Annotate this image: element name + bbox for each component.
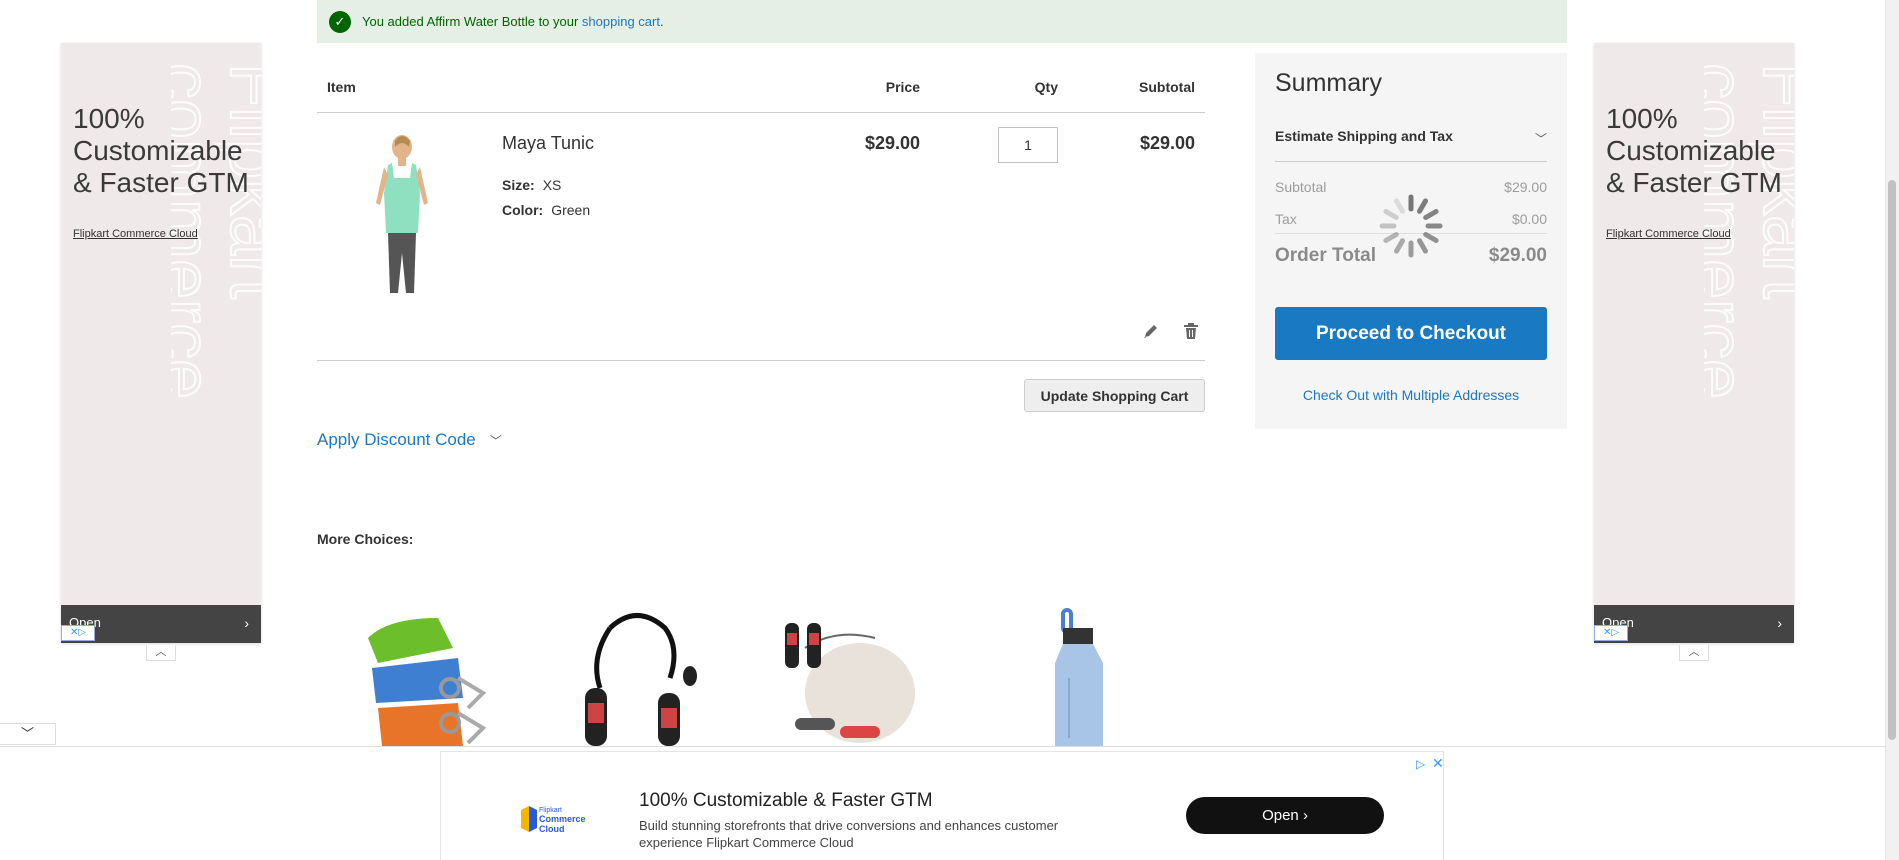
summary-subtotal-value: $29.00 xyxy=(1504,179,1547,195)
order-summary: Summary Estimate Shipping and Tax ﹀ Subt… xyxy=(1255,53,1567,429)
chevron-down-icon[interactable]: ﹀ xyxy=(0,723,56,745)
apply-discount-label: Apply Discount Code xyxy=(317,430,476,449)
header-qty: Qty xyxy=(1034,79,1058,95)
product-name[interactable]: Maya Tunic xyxy=(502,133,594,154)
item-price: $29.00 xyxy=(864,133,920,153)
option-size-value: XS xyxy=(542,177,562,193)
water-bottle-image[interactable] xyxy=(1045,608,1115,746)
ad-brand-link[interactable]: Flipkart Commerce Cloud xyxy=(1606,228,1731,240)
item-subtotal: $29.00 xyxy=(1139,133,1195,153)
flipkart-commerce-cloud-logo: Flipkart Commerce Cloud xyxy=(521,806,586,834)
bottom-ad-title: 100% Customizable & Faster GTM xyxy=(639,790,933,811)
loading-spinner-icon xyxy=(1379,194,1443,258)
summary-title: Summary xyxy=(1275,69,1382,97)
option-color-label: Color: xyxy=(502,202,544,218)
message-suffix: . xyxy=(659,14,664,29)
proceed-to-checkout-button[interactable]: Proceed to Checkout xyxy=(1275,307,1547,360)
success-message: ✓ You added Affirm Water Bottle to your … xyxy=(317,0,1567,43)
header-price: Price xyxy=(885,79,920,95)
trash-icon[interactable] xyxy=(1181,321,1201,341)
estimate-shipping-toggle[interactable]: Estimate Shipping and Tax ﹀ xyxy=(1275,118,1547,162)
right-side-ad[interactable]: Flipkart commerce 100% Customizable & Fa… xyxy=(1594,43,1794,661)
svg-text:Commerce: Commerce xyxy=(539,814,586,824)
summary-tax-value: $0.00 xyxy=(1511,211,1547,227)
shopping-cart-link[interactable]: shopping cart xyxy=(582,14,660,29)
close-icon[interactable]: ✕ xyxy=(1432,755,1444,772)
adchoices-icon[interactable]: ✕▷ xyxy=(61,625,95,641)
check-icon: ✓ xyxy=(329,11,351,33)
scrollbar-thumb[interactable] xyxy=(1888,180,1896,740)
bottom-ad-bar: Flipkart Commerce Cloud 100% Customizabl… xyxy=(0,746,1885,860)
ad-panel[interactable]: Flipkart commerce 100% Customizable & Fa… xyxy=(1594,43,1794,643)
chevron-down-icon: ﹀ xyxy=(1534,132,1547,146)
summary-subtotal-label: Subtotal xyxy=(1275,179,1327,195)
chevron-right-icon: › xyxy=(244,615,249,631)
jump-rope-image[interactable] xyxy=(570,608,705,746)
page-scrollbar[interactable] xyxy=(1885,0,1899,860)
option-color-value: Green xyxy=(551,202,591,218)
summary-tax-label: Tax xyxy=(1275,211,1297,227)
left-side-ad[interactable]: Flipkart commerce 100% Customizable & Fa… xyxy=(61,43,261,661)
header-item: Item xyxy=(327,79,356,95)
chevron-up-icon[interactable]: ︿ xyxy=(146,645,176,661)
cart-item-row: Maya Tunic Size: XS Color: Green $29.00 $2… xyxy=(317,113,1205,361)
adchoices-icon[interactable]: ✕▷ xyxy=(1594,625,1628,641)
option-color: Color: Green xyxy=(502,202,590,218)
more-choices-title: More Choices: xyxy=(317,531,414,547)
chevron-down-icon: ﹀ xyxy=(489,434,502,448)
chevron-up-icon[interactable]: ︿ xyxy=(1679,645,1709,661)
multiple-addresses-link[interactable]: Check Out with Multiple Addresses xyxy=(1255,387,1567,403)
cart-table-header: Item Price Qty Subtotal xyxy=(317,60,1205,113)
cart-table: Item Price Qty Subtotal Maya Tunic Size:… xyxy=(317,60,1205,412)
yoga-strap-image[interactable] xyxy=(358,608,493,746)
option-size: Size: XS xyxy=(502,177,561,193)
header-subtotal: Subtotal xyxy=(1139,79,1195,95)
estimate-shipping-label: Estimate Shipping and Tax xyxy=(1275,128,1453,144)
message-text: You added Affirm Water Bottle to your xyxy=(362,14,582,29)
bottom-ad-open-label: Open xyxy=(1262,807,1299,824)
product-image[interactable] xyxy=(362,133,442,293)
adchoices-icon[interactable]: ▷ xyxy=(1416,757,1425,771)
svg-text:Cloud: Cloud xyxy=(539,824,565,834)
svg-text:Flipkart: Flipkart xyxy=(539,807,562,814)
apply-discount-toggle[interactable]: Apply Discount Code ﹀ xyxy=(317,430,502,450)
bottom-ad-description: Build stunning storefronts that drive co… xyxy=(639,818,1059,850)
bottom-ad-open-button[interactable]: Open › xyxy=(1186,797,1384,834)
option-size-label: Size: xyxy=(502,177,535,193)
chevron-right-icon: › xyxy=(1777,615,1782,631)
qty-input[interactable] xyxy=(998,127,1058,163)
pencil-icon[interactable] xyxy=(1141,321,1161,341)
bottom-ad-card[interactable]: Flipkart Commerce Cloud 100% Customizabl… xyxy=(440,751,1444,860)
chevron-right-icon: › xyxy=(1302,807,1308,824)
order-total-value: $29.00 xyxy=(1488,245,1547,266)
ad-headline: 100% Customizable & Faster GTM xyxy=(73,103,249,198)
ad-brand-link[interactable]: Flipkart Commerce Cloud xyxy=(73,228,198,240)
order-total-label: Order Total xyxy=(1275,245,1376,266)
ad-panel[interactable]: Flipkart commerce 100% Customizable & Fa… xyxy=(61,43,261,643)
ad-headline: 100% Customizable & Faster GTM xyxy=(1606,103,1782,198)
jump-rope-kit-image[interactable] xyxy=(765,608,915,746)
update-cart-button[interactable]: Update Shopping Cart xyxy=(1024,379,1205,412)
